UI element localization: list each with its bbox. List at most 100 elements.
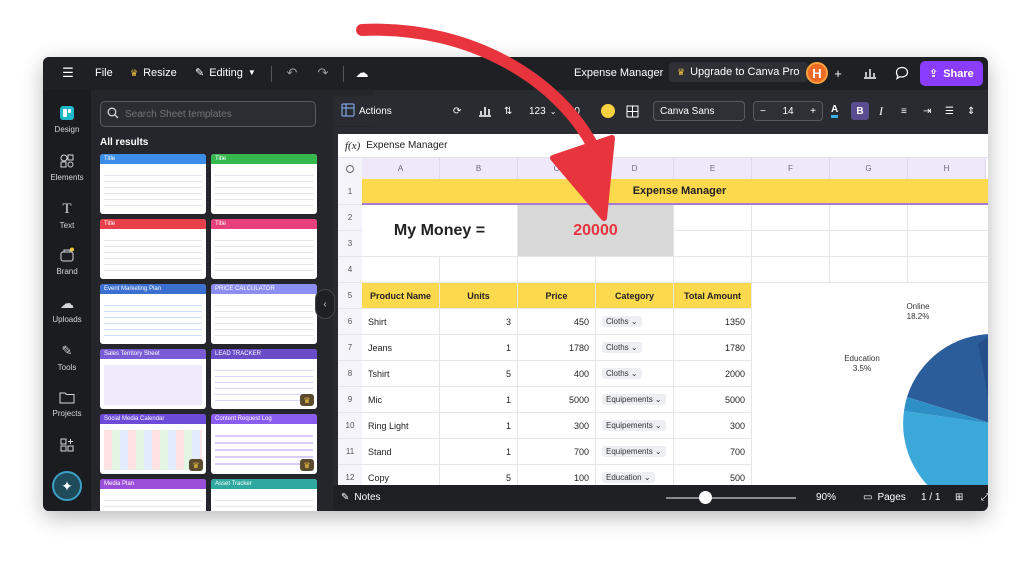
empty-cell[interactable]: [674, 231, 752, 257]
row-header[interactable]: 11: [338, 439, 362, 465]
rail-item-elements[interactable]: Elements: [43, 152, 91, 182]
row-header[interactable]: 6: [338, 309, 362, 335]
total-cell[interactable]: 700: [674, 439, 752, 465]
total-cell[interactable]: 1780: [674, 335, 752, 361]
category-chip[interactable]: Equipements ⌄: [602, 420, 666, 431]
empty-cell[interactable]: [752, 205, 830, 231]
empty-cell[interactable]: [830, 231, 908, 257]
template-thumbnail[interactable]: Title: [211, 219, 317, 279]
bold-button[interactable]: B: [851, 102, 869, 120]
product-name-cell[interactable]: Ring Light: [362, 413, 440, 439]
price-cell[interactable]: 5000: [518, 387, 596, 413]
empty-cell[interactable]: [674, 205, 752, 231]
template-thumbnail[interactable]: Title: [211, 154, 317, 214]
category-chip[interactable]: Cloths ⌄: [602, 342, 642, 353]
rail-item-design[interactable]: Design: [43, 104, 91, 134]
upgrade-button[interactable]: ♛ Upgrade to Canva Pro: [669, 62, 808, 82]
price-cell[interactable]: 700: [518, 439, 596, 465]
column-header[interactable]: B: [440, 158, 518, 179]
font-size-stepper[interactable]: − 14 +: [753, 101, 823, 121]
pages-button[interactable]: ▭ Pages: [863, 492, 906, 503]
category-cell[interactable]: Equipements ⌄: [596, 439, 674, 465]
template-thumbnail[interactable]: LEAD TRACKER ♛: [211, 349, 317, 409]
product-name-cell[interactable]: Stand: [362, 439, 440, 465]
magic-sparkle-button[interactable]: ✦: [52, 471, 82, 501]
template-thumbnail[interactable]: Media Plan: [100, 479, 206, 511]
row-header[interactable]: 2: [338, 205, 362, 231]
fill-color-button[interactable]: [601, 104, 615, 118]
text-color-icon[interactable]: A: [831, 104, 839, 118]
template-thumbnail[interactable]: Title: [100, 219, 206, 279]
column-header[interactable]: C: [518, 158, 596, 179]
grid-view-icon[interactable]: ⊞: [955, 492, 963, 503]
select-all-corner[interactable]: [338, 158, 362, 179]
number-format-dropdown[interactable]: 123 ⌄: [529, 106, 556, 117]
empty-cell[interactable]: [752, 231, 830, 257]
font-family-select[interactable]: Canva Sans: [653, 101, 745, 121]
rail-item-uploads[interactable]: ☁ Uploads: [43, 294, 91, 325]
sort-icon[interactable]: ⇅: [504, 106, 512, 117]
template-thumbnail[interactable]: Title: [100, 154, 206, 214]
row-header[interactable]: 10: [338, 413, 362, 439]
row-header[interactable]: 9: [338, 387, 362, 413]
chart-icon[interactable]: [478, 105, 492, 117]
borders-icon[interactable]: [626, 105, 639, 118]
category-chip[interactable]: Equipements ⌄: [602, 394, 666, 405]
row-header[interactable]: 12: [338, 465, 362, 485]
add-collaborator-icon[interactable]: +: [827, 62, 849, 84]
empty-cell[interactable]: [362, 257, 440, 283]
line-spacing-icon[interactable]: ⇕: [967, 106, 975, 117]
table-header-cell[interactable]: Product Name: [362, 283, 440, 309]
row-header[interactable]: 1: [338, 179, 362, 205]
user-avatar[interactable]: H: [806, 62, 828, 84]
file-menu[interactable]: File: [95, 67, 113, 79]
my-money-label[interactable]: My Money =: [362, 205, 518, 257]
price-cell[interactable]: 1780: [518, 335, 596, 361]
product-name-cell[interactable]: Mic: [362, 387, 440, 413]
template-thumbnail[interactable]: PRICE CALCULATOR: [211, 284, 317, 344]
share-button[interactable]: ⇪ Share: [920, 61, 983, 86]
document-title[interactable]: Expense Manager: [574, 67, 663, 79]
resize-button[interactable]: ♛ Resize: [130, 67, 177, 79]
price-cell[interactable]: 400: [518, 361, 596, 387]
units-cell[interactable]: 5: [440, 465, 518, 485]
total-cell[interactable]: 5000: [674, 387, 752, 413]
price-cell[interactable]: 300: [518, 413, 596, 439]
italic-button[interactable]: I: [879, 104, 883, 119]
empty-cell[interactable]: [908, 257, 988, 283]
units-cell[interactable]: 3: [440, 309, 518, 335]
actions-button[interactable]: Actions: [341, 103, 392, 120]
category-chip[interactable]: Education ⌄: [602, 472, 655, 483]
total-cell[interactable]: 1350: [674, 309, 752, 335]
undo-icon[interactable]: ↶: [281, 62, 303, 84]
empty-cell[interactable]: [596, 257, 674, 283]
units-cell[interactable]: 1: [440, 439, 518, 465]
decrease-size-icon[interactable]: −: [760, 106, 766, 117]
category-cell[interactable]: Education ⌄: [596, 465, 674, 485]
rail-item-apps[interactable]: [43, 436, 91, 454]
zoom-slider-handle[interactable]: [699, 491, 712, 504]
column-header[interactable]: G: [830, 158, 908, 179]
rail-item-tools[interactable]: ✎ Tools: [43, 342, 91, 372]
row-header[interactable]: 4: [338, 257, 362, 283]
sheet-title-cell[interactable]: Expense Manager: [362, 179, 988, 205]
redo-icon[interactable]: ↷: [312, 62, 334, 84]
rail-item-brand[interactable]: Brand: [43, 246, 91, 276]
product-name-cell[interactable]: Copy: [362, 465, 440, 485]
category-chip[interactable]: Cloths ⌄: [602, 316, 642, 327]
zoom-slider[interactable]: [666, 497, 796, 499]
menu-icon[interactable]: ☰: [57, 62, 79, 84]
table-header-cell[interactable]: Category: [596, 283, 674, 309]
column-header[interactable]: D: [596, 158, 674, 179]
template-thumbnail[interactable]: Social Media Calendar ♛: [100, 414, 206, 474]
empty-cell[interactable]: [674, 257, 752, 283]
zoom-level[interactable]: 90%: [816, 492, 836, 503]
template-thumbnail[interactable]: Event Marketing Plan: [100, 284, 206, 344]
price-cell[interactable]: 450: [518, 309, 596, 335]
category-chip[interactable]: Equipements ⌄: [602, 446, 666, 457]
units-cell[interactable]: 1: [440, 387, 518, 413]
rail-item-projects[interactable]: Projects: [43, 388, 91, 418]
empty-cell[interactable]: [830, 205, 908, 231]
product-name-cell[interactable]: Jeans: [362, 335, 440, 361]
fullscreen-icon[interactable]: ⤢: [981, 492, 988, 503]
